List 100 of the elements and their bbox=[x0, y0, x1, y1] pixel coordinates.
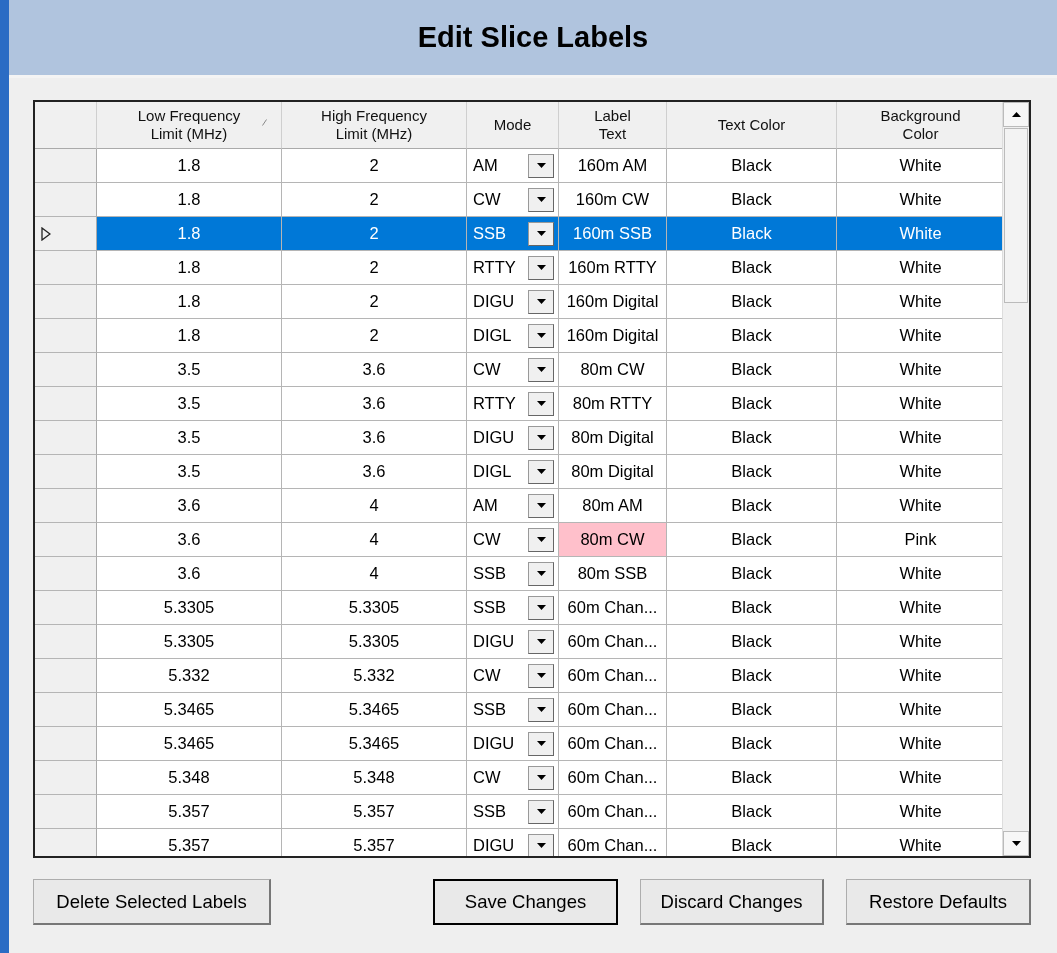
action-button[interactable]: Discard Changes bbox=[640, 879, 824, 925]
mode-value: DIGL bbox=[473, 326, 512, 345]
dropdown-button[interactable] bbox=[528, 561, 554, 586]
mode-value: SSB bbox=[473, 598, 507, 617]
table-row[interactable]: 5.3465 5.3465 SSB 60m Chan... Black White bbox=[35, 693, 1002, 727]
table-row[interactable]: 3.5 3.6 CW 80m CW Black White bbox=[35, 353, 1002, 387]
dropdown-button[interactable] bbox=[528, 493, 554, 518]
table-cell: 3.5 bbox=[97, 421, 282, 455]
table-row[interactable]: 3.5 3.6 DIGL 80m Digital Black White bbox=[35, 455, 1002, 489]
dropdown-arrow-icon bbox=[536, 367, 546, 372]
dropdown-button[interactable] bbox=[528, 391, 554, 416]
dropdown-button[interactable] bbox=[528, 187, 554, 212]
column-header[interactable]: Low Frequency Limit (MHz) bbox=[97, 102, 282, 149]
dropdown-button[interactable] bbox=[528, 289, 554, 314]
table-row[interactable]: 1.8 2 DIGL 160m Digital Black White bbox=[35, 319, 1002, 353]
table-row[interactable]: 3.5 3.6 DIGU 80m Digital Black White bbox=[35, 421, 1002, 455]
column-header[interactable]: Mode bbox=[467, 102, 559, 149]
dropdown-arrow-icon bbox=[536, 571, 546, 576]
table-row[interactable]: 1.8 2 SSB 160m SSB Black White bbox=[35, 217, 1002, 251]
table-cell: 1.8 bbox=[97, 183, 282, 217]
mode-value: RTTY bbox=[473, 258, 516, 277]
dropdown-button[interactable] bbox=[528, 323, 554, 348]
row-header[interactable] bbox=[35, 217, 97, 251]
table-cell: 3.6 bbox=[97, 489, 282, 523]
table-cell: 5.3465 bbox=[97, 727, 282, 761]
table-row[interactable]: 1.8 2 DIGU 160m Digital Black White bbox=[35, 285, 1002, 319]
table-cell: 2 bbox=[282, 149, 467, 183]
table-cell: Black bbox=[667, 421, 837, 455]
mode-value: DIGU bbox=[473, 836, 515, 855]
dropdown-button[interactable] bbox=[528, 697, 554, 722]
table-cell: 5.3465 bbox=[97, 693, 282, 727]
dropdown-button[interactable] bbox=[528, 629, 554, 654]
table-row[interactable]: 3.5 3.6 RTTY 80m RTTY Black White bbox=[35, 387, 1002, 421]
table-cell: 60m Chan... bbox=[559, 625, 667, 659]
table-cell: Black bbox=[667, 625, 837, 659]
table-cell: 1.8 bbox=[97, 217, 282, 251]
dropdown-button[interactable] bbox=[528, 765, 554, 790]
dropdown-arrow-icon bbox=[536, 843, 546, 848]
table-row[interactable]: 5.3305 5.3305 DIGU 60m Chan... Black White bbox=[35, 625, 1002, 659]
action-button[interactable]: Delete Selected Labels bbox=[33, 879, 271, 925]
dropdown-arrow-icon bbox=[536, 333, 546, 338]
table-row[interactable]: 5.332 5.332 CW 60m Chan... Black White bbox=[35, 659, 1002, 693]
dropdown-button[interactable] bbox=[528, 731, 554, 756]
mode-value: SSB bbox=[473, 224, 507, 243]
table-cell: 60m Chan... bbox=[559, 693, 667, 727]
table-cell: 4 bbox=[282, 523, 467, 557]
table-cell: 5.357 bbox=[97, 795, 282, 829]
table-row[interactable]: 5.357 5.357 DIGU 60m Chan... Black White bbox=[35, 829, 1002, 856]
table-cell: Black bbox=[667, 455, 837, 489]
table-cell: 5.348 bbox=[282, 761, 467, 795]
table-row[interactable]: 1.8 2 AM 160m AM Black White bbox=[35, 149, 1002, 183]
vertical-scrollbar[interactable] bbox=[1002, 102, 1029, 856]
table-row[interactable]: 3.6 4 CW 80m CW Black Pink bbox=[35, 523, 1002, 557]
table-row[interactable]: 1.8 2 RTTY 160m RTTY Black White bbox=[35, 251, 1002, 285]
dropdown-button[interactable] bbox=[528, 153, 554, 178]
scrollbar-thumb[interactable] bbox=[1004, 128, 1028, 303]
table-cell: 5.3305 bbox=[282, 591, 467, 625]
mode-value: CW bbox=[473, 190, 501, 209]
dropdown-button[interactable] bbox=[528, 425, 554, 450]
dropdown-button[interactable] bbox=[528, 833, 554, 856]
mode-value: DIGU bbox=[473, 428, 515, 447]
action-button[interactable]: Restore Defaults bbox=[846, 879, 1031, 925]
dropdown-button[interactable] bbox=[528, 799, 554, 824]
dropdown-arrow-icon bbox=[536, 197, 546, 202]
column-header[interactable]: Text Color bbox=[667, 102, 837, 149]
dropdown-arrow-icon bbox=[536, 163, 546, 168]
mode-value: CW bbox=[473, 666, 501, 685]
table-cell: 4 bbox=[282, 557, 467, 591]
dropdown-arrow-icon bbox=[536, 401, 546, 406]
table-row[interactable]: 1.8 2 CW 160m CW Black White bbox=[35, 183, 1002, 217]
table-cell: 160m AM bbox=[559, 149, 667, 183]
table-row[interactable]: 5.3465 5.3465 DIGU 60m Chan... Black White bbox=[35, 727, 1002, 761]
table-cell: 2 bbox=[282, 183, 467, 217]
table-row[interactable]: 3.6 4 AM 80m AM Black White bbox=[35, 489, 1002, 523]
table-row[interactable]: 5.348 5.348 CW 60m Chan... Black White bbox=[35, 761, 1002, 795]
mode-value: DIGL bbox=[473, 462, 512, 481]
mode-value: CW bbox=[473, 360, 501, 379]
dropdown-button[interactable] bbox=[528, 357, 554, 382]
scroll-up-button[interactable] bbox=[1003, 102, 1029, 127]
table-row[interactable]: 5.357 5.357 SSB 60m Chan... Black White bbox=[35, 795, 1002, 829]
column-header[interactable]: Label Text bbox=[559, 102, 667, 149]
dropdown-button[interactable] bbox=[528, 459, 554, 484]
table-cell: 5.3305 bbox=[97, 591, 282, 625]
scroll-down-button[interactable] bbox=[1003, 831, 1029, 856]
table-cell: Black bbox=[667, 251, 837, 285]
dropdown-button[interactable] bbox=[528, 527, 554, 552]
dropdown-button[interactable] bbox=[528, 663, 554, 688]
dropdown-button[interactable] bbox=[528, 221, 554, 246]
table-row[interactable]: 3.6 4 SSB 80m SSB Black White bbox=[35, 557, 1002, 591]
dropdown-button[interactable] bbox=[528, 255, 554, 280]
table-row[interactable]: 5.3305 5.3305 SSB 60m Chan... Black White bbox=[35, 591, 1002, 625]
action-button[interactable]: Save Changes bbox=[433, 879, 618, 925]
table-cell: 160m Digital bbox=[559, 319, 667, 353]
table-cell: Black bbox=[667, 285, 837, 319]
column-header[interactable]: Background Color bbox=[837, 102, 1002, 149]
dropdown-button[interactable] bbox=[528, 595, 554, 620]
mode-value: RTTY bbox=[473, 394, 516, 413]
table-cell: 80m Digital bbox=[559, 421, 667, 455]
table-cell: 5.3305 bbox=[282, 625, 467, 659]
column-header[interactable]: High Frequency Limit (MHz) bbox=[282, 102, 467, 149]
